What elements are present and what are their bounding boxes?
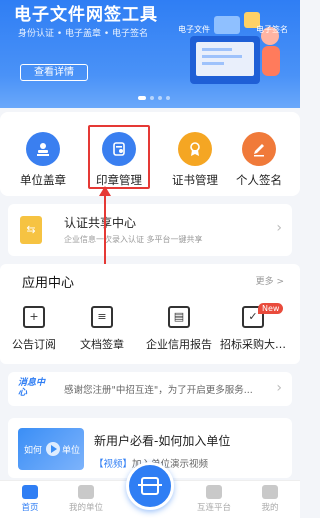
certificate-icon	[178, 132, 212, 166]
chevron-right-icon: ›	[276, 380, 282, 396]
building-icon	[78, 485, 94, 499]
share-center-desc: 企业信息一次录入认证 多平台一键共享	[64, 235, 203, 244]
tab-my-unit[interactable]: 我的单位	[56, 485, 116, 513]
carousel-dots	[138, 96, 170, 100]
banner-art-label-right: 电子签名	[256, 25, 288, 34]
tab-me[interactable]: 我的	[240, 485, 300, 513]
document-stamp-label: 文档签章	[80, 338, 124, 351]
new-badge: New	[258, 303, 284, 314]
certificate-manage-button[interactable]: 证书管理	[162, 132, 228, 188]
home-icon	[22, 485, 38, 499]
banner-illustration	[190, 12, 280, 84]
app-center-title: 应用中心	[22, 276, 75, 291]
carousel-dot[interactable]	[166, 96, 170, 100]
chart-icon	[206, 485, 222, 499]
credit-report-button[interactable]: ▤ 企业信用报告	[146, 306, 212, 352]
highlight-box	[88, 125, 150, 189]
message-text: 感谢您注册"中招互连"，为了开启更多服务...	[64, 385, 253, 396]
promo-banner[interactable]: 电子文件网签工具 身份认证 • 电子盖章 • 电子签名 查看详情 电子文件 电子…	[0, 0, 300, 108]
certificate-manage-label: 证书管理	[172, 173, 218, 187]
quick-actions: 单位盖章 印章管理 证书管理 个人签名	[0, 112, 300, 196]
credit-report-icon: ▤	[168, 306, 190, 328]
tab-me-label: 我的	[261, 503, 279, 513]
banner-title: 电子文件网签工具	[14, 5, 158, 25]
notice-subscribe-button[interactable]: + 公告订阅	[12, 306, 56, 352]
annotation-arrow-head	[99, 186, 111, 196]
share-center-title: 认证共享中心	[64, 216, 137, 230]
banner-art-label-left: 电子文件	[178, 25, 210, 34]
video-title: 新用户必看-如何加入单位	[94, 434, 231, 448]
tab-platform[interactable]: 互连平台	[184, 485, 244, 513]
credit-report-label: 企业信用报告	[146, 338, 212, 351]
thumb-text-right: 单位	[62, 446, 81, 456]
message-center-bar[interactable]: 消息中心 感谢您注册"中招互连"，为了开启更多服务... ›	[8, 372, 292, 406]
pen-icon	[242, 132, 276, 166]
carousel-dot[interactable]	[150, 96, 154, 100]
chevron-right-icon: ›	[276, 220, 282, 236]
share-icon: ⇆	[20, 216, 42, 244]
document-stamp-icon: ≡	[91, 306, 113, 328]
scan-button[interactable]	[126, 462, 174, 510]
user-icon	[262, 485, 278, 499]
carousel-dot[interactable]	[138, 96, 146, 100]
unit-stamp-label: 单位盖章	[20, 173, 66, 187]
tab-platform-label: 互连平台	[196, 503, 231, 513]
document-stamp-button[interactable]: ≡ 文档签章	[80, 306, 124, 352]
share-center-card[interactable]: ⇆ 认证共享中心 企业信息一次录入认证 多平台一键共享 ›	[8, 204, 292, 256]
unit-stamp-button[interactable]: 单位盖章	[10, 132, 76, 188]
notice-subscribe-label: 公告订阅	[12, 338, 56, 351]
message-center-tag: 消息中心	[18, 378, 46, 398]
bookmark-plus-icon: +	[23, 306, 45, 328]
thumb-text-left: 如何	[24, 446, 43, 456]
tab-home[interactable]: 首页	[0, 485, 60, 513]
tab-home-label: 首页	[21, 503, 39, 513]
personal-signature-label: 个人签名	[236, 173, 282, 187]
personal-signature-button[interactable]: 个人签名	[226, 132, 292, 188]
banner-subtitle: 身份认证 • 电子盖章 • 电子签名	[18, 29, 149, 39]
scan-icon	[141, 477, 159, 495]
tab-my-unit-label: 我的单位	[68, 503, 103, 513]
bid-procurement-label: 招标采购大…	[220, 338, 286, 351]
stamp-icon	[26, 132, 60, 166]
carousel-dot[interactable]	[158, 96, 162, 100]
scan-line	[138, 484, 162, 486]
video-thumbnail[interactable]: 如何 单位	[18, 428, 84, 470]
view-details-button[interactable]: 查看详情	[20, 64, 88, 81]
video-tag: 【视频】	[94, 459, 133, 470]
play-icon	[46, 442, 60, 456]
app-center: 应用中心 更多 > + 公告订阅 ≡ 文档签章 ▤ 企业信用报告 ✓ 招标采购大…	[0, 264, 300, 364]
more-link[interactable]: 更多 >	[256, 274, 284, 287]
